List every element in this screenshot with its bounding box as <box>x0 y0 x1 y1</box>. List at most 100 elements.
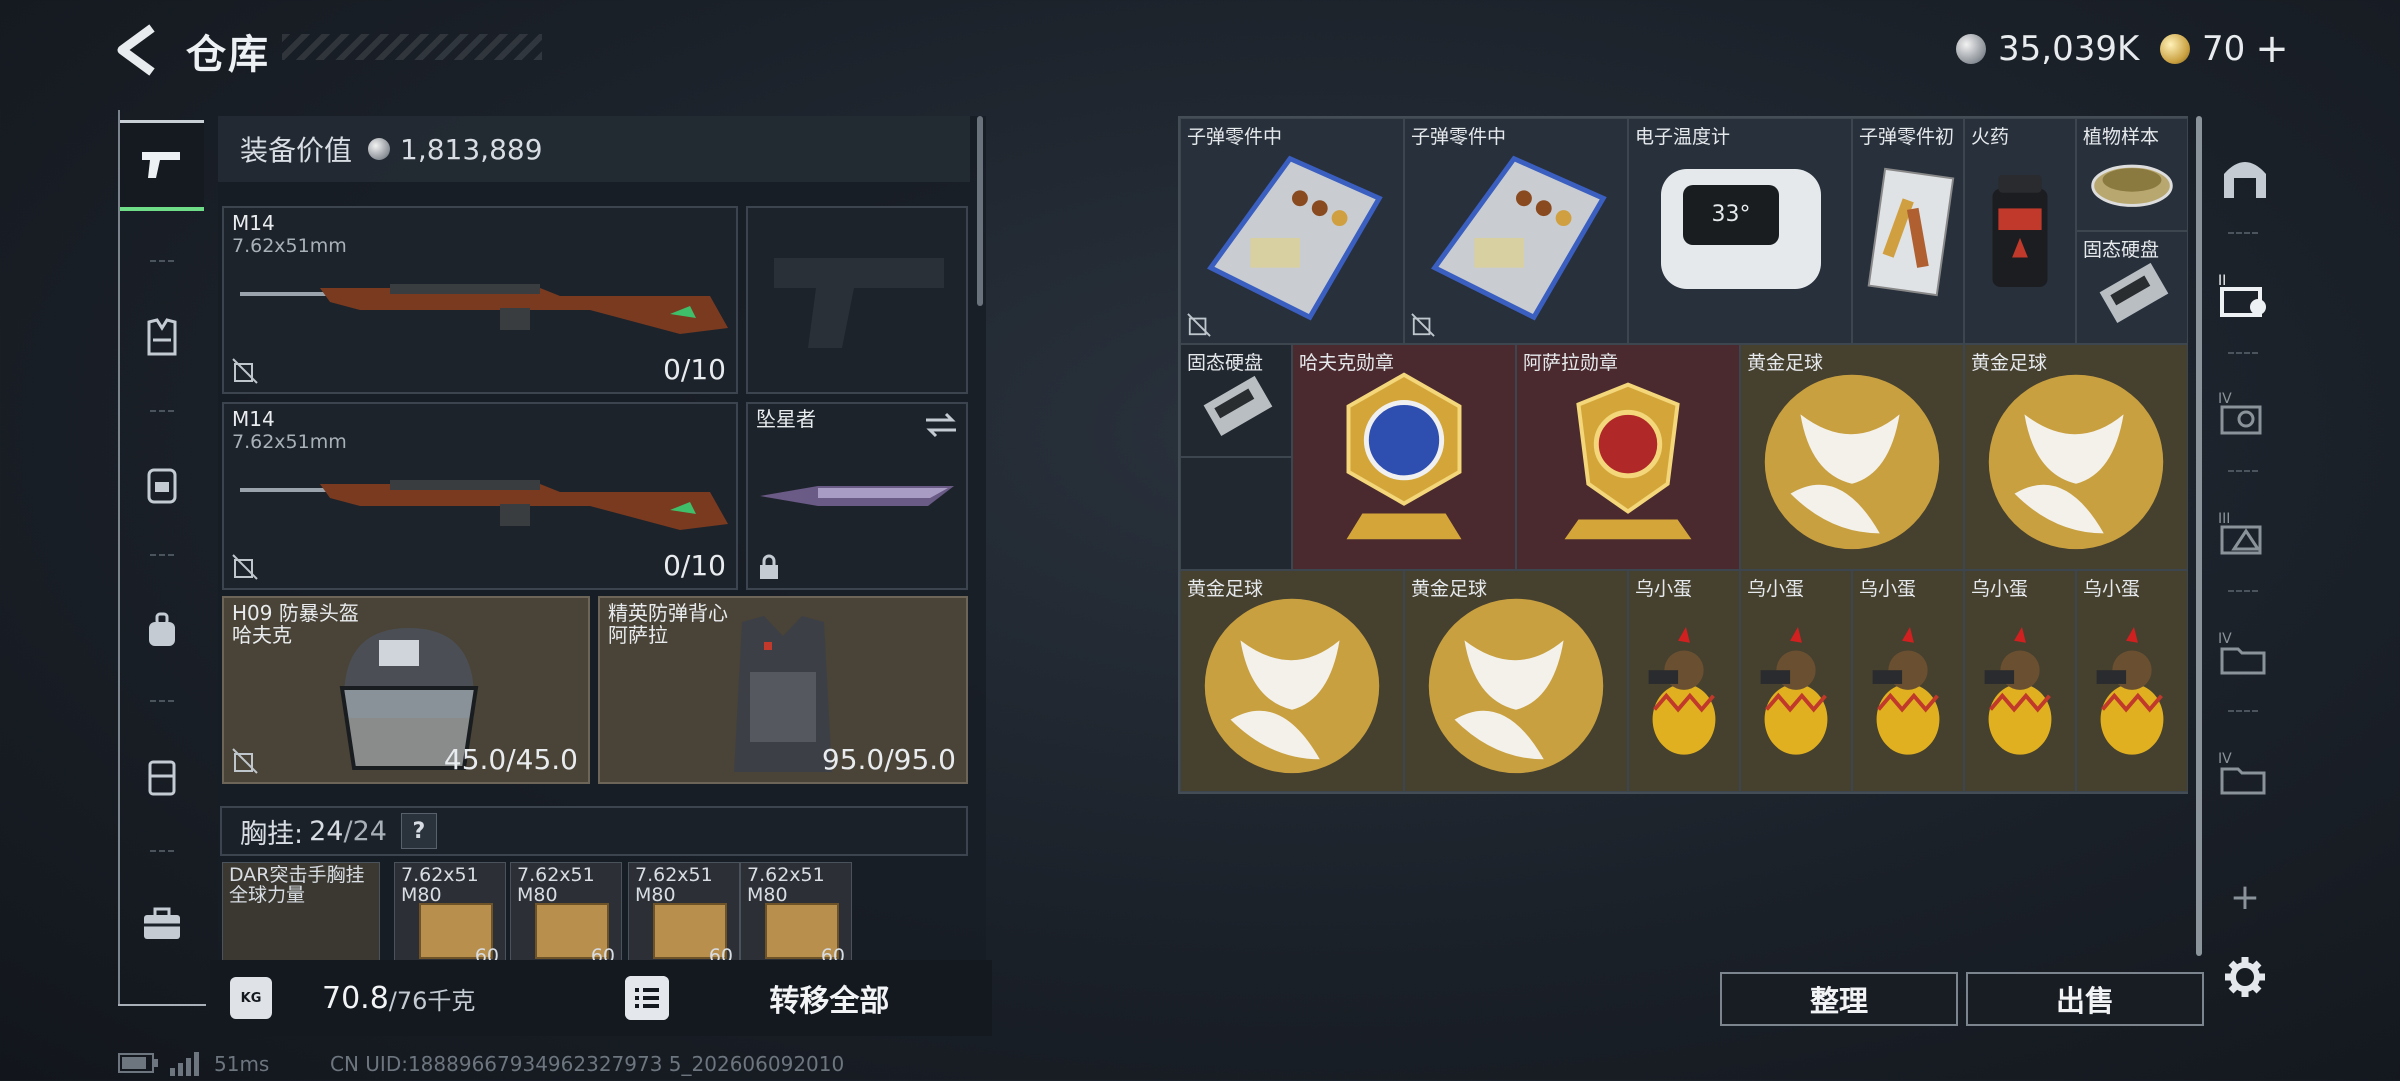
storage-item-egg-figure[interactable]: 乌小蛋 <box>1852 570 1964 792</box>
battery-icon <box>118 1052 160 1079</box>
storage-item-ssd[interactable]: 固态硬盘 <box>2076 231 2188 344</box>
ammo-box-item[interactable]: 7.62x51 M80 60 <box>740 862 852 962</box>
egg-figure-icon <box>1760 626 1828 755</box>
lock-icon <box>760 554 778 579</box>
add-currency-button[interactable]: + <box>2255 26 2289 72</box>
page-title: 仓库 <box>186 32 270 78</box>
storage-scrollbar[interactable] <box>2196 116 2202 956</box>
swap-icon[interactable] <box>924 412 958 438</box>
back-icon[interactable] <box>112 22 160 78</box>
storage-box-icon: IV <box>2218 391 2262 435</box>
rig-faction: 全球力量 <box>229 884 306 906</box>
storage-item-thermometer[interactable]: 电子温度计 33° <box>1628 118 1852 344</box>
storage-item-egg-figure[interactable]: 乌小蛋 <box>2076 570 2188 792</box>
nav-tab-armor[interactable] <box>120 296 204 380</box>
primary-weapon-slot[interactable]: M14 7.62x51mm 0/10 <box>222 206 738 394</box>
storage-item-egg-figure[interactable]: 乌小蛋 <box>1628 570 1740 792</box>
medal-icon <box>1346 372 1462 540</box>
nav-tab-backpack[interactable] <box>120 442 204 526</box>
helmet-slot[interactable]: H09 防暴头盔 哈夫克 45.0/45.0 <box>222 596 590 784</box>
storage-tab-1[interactable] <box>2212 144 2278 210</box>
silver-coin-icon <box>1956 34 1986 64</box>
gold-amount: 70 <box>2202 29 2246 69</box>
nav-separator <box>150 850 174 852</box>
armor-name: 精英防弹背心 <box>608 601 728 625</box>
storage-item-bullet-parts-basic[interactable]: 子弹零件初 <box>1852 118 1964 344</box>
list-icon[interactable] <box>625 976 670 1020</box>
storage-item-bullet-parts-mid[interactable]: 子弹零件中 <box>1404 118 1628 344</box>
storage-item-haavk-medal[interactable]: 哈夫克勋章 <box>1292 344 1516 570</box>
armor-slot[interactable]: 精英防弹背心 阿萨拉 95.0/95.0 <box>598 596 968 784</box>
golden-ball-icon <box>1204 598 1380 774</box>
current-weight: 70.8 <box>322 980 389 1016</box>
storage-tab-6[interactable]: IV <box>2212 740 2278 806</box>
storage-item-golden-football[interactable]: 黄金足球 <box>1740 344 1964 570</box>
nav-tab-weapons[interactable] <box>120 120 204 211</box>
vest-icon <box>147 318 177 356</box>
gold-currency[interactable]: 70 + <box>2160 24 2289 74</box>
nav-tab-container[interactable] <box>120 734 204 818</box>
armor-durability: 95.0/95.0 <box>821 743 956 776</box>
ssd-icon <box>2099 262 2169 323</box>
pistol-slot[interactable] <box>746 206 968 394</box>
uid-readout: CN UID:18889667934962327973 5_2026060920… <box>330 1052 845 1076</box>
chest-rig-item[interactable]: DAR突击手胸挂 全球力量 <box>222 862 380 962</box>
tab-separator <box>2228 232 2258 234</box>
storage-tab-3[interactable]: IV <box>2212 380 2278 446</box>
no-trade-icon <box>1411 313 1435 337</box>
storage-item-egg-figure[interactable]: 乌小蛋 <box>1964 570 2076 792</box>
storage-item-golden-football[interactable]: 黄金足球 <box>1180 570 1404 792</box>
help-button[interactable]: ? <box>400 813 437 849</box>
egg-figure-icon <box>2096 626 2164 755</box>
storage-item-plant-sample[interactable]: 植物样本 <box>2076 118 2188 231</box>
ammo-box-item[interactable]: 7.62x51 M80 60 <box>394 862 506 962</box>
chest-rig-bar: 胸挂: 24 /24 ? <box>220 806 968 856</box>
storage-item-asala-medal[interactable]: 阿萨拉勋章 <box>1516 344 1740 570</box>
add-tab-button[interactable]: + <box>2212 864 2278 930</box>
storage-item-egg-figure[interactable]: 乌小蛋 <box>1740 570 1852 792</box>
rifle-icon <box>240 480 728 530</box>
melee-name: 坠星者 <box>756 407 816 431</box>
storage-tab-2[interactable]: II <box>2212 262 2278 328</box>
melee-slot[interactable]: 坠星者 <box>746 402 968 590</box>
egg-figure-icon <box>1872 626 1940 755</box>
storage-item-gunpowder[interactable]: 火药 <box>1964 118 2076 344</box>
tab-separator <box>2228 352 2258 354</box>
no-trade-icon <box>232 554 258 580</box>
thermometer-icon: 33° <box>1661 169 1821 289</box>
loadout-bottom-bar: KG 70.8 /76千克 转移全部 <box>210 960 992 1036</box>
storage-tab-4[interactable]: III <box>2212 500 2278 566</box>
ammo-box-item[interactable]: 7.62x51 M80 60 <box>628 862 740 962</box>
nav-separator <box>150 700 174 702</box>
storage-item-golden-football[interactable]: 黄金足球 <box>1404 570 1628 792</box>
storage-empty-cell[interactable] <box>1180 457 1292 570</box>
nav-tab-case[interactable] <box>120 882 204 966</box>
pistol-placeholder-icon <box>774 258 944 348</box>
ping-readout: 51ms <box>214 1052 270 1076</box>
rifle-icon <box>240 284 728 334</box>
nav-separator <box>150 260 174 262</box>
settings-button[interactable] <box>2212 944 2278 1010</box>
storage-item-golden-football[interactable]: 黄金足球 <box>1964 344 2188 570</box>
tab-level: IV <box>2218 631 2232 647</box>
sell-button[interactable]: 出售 <box>1966 972 2204 1026</box>
no-trade-icon <box>232 748 258 774</box>
transfer-all-button[interactable]: 转移全部 <box>769 976 889 1020</box>
storage-item-ssd[interactable]: 固态硬盘 <box>1180 344 1292 457</box>
loadout-scrollbar[interactable] <box>977 116 983 306</box>
item-label: 电子温度计 <box>1635 126 1731 148</box>
ammo-box-item[interactable]: 7.62x51 M80 60 <box>510 862 622 962</box>
nav-tab-rig[interactable] <box>120 588 204 672</box>
tab-separator <box>2228 590 2258 592</box>
ammo-count: 0/10 <box>663 549 726 582</box>
tab-level: II <box>2218 273 2226 289</box>
weapon-caliber: 7.62x51mm <box>232 431 347 453</box>
storage-tab-5[interactable]: IV <box>2212 620 2278 686</box>
secondary-weapon-slot[interactable]: M14 7.62x51mm 0/10 <box>222 402 738 590</box>
warehouse-icon <box>2224 162 2266 198</box>
tab-level: IV <box>2218 391 2232 407</box>
storage-item-bullet-parts-mid[interactable]: 子弹零件中 <box>1180 118 1404 344</box>
sort-button[interactable]: 整理 <box>1720 972 1958 1026</box>
signal-icon <box>170 1052 202 1081</box>
golden-ball-icon <box>1988 374 2164 550</box>
